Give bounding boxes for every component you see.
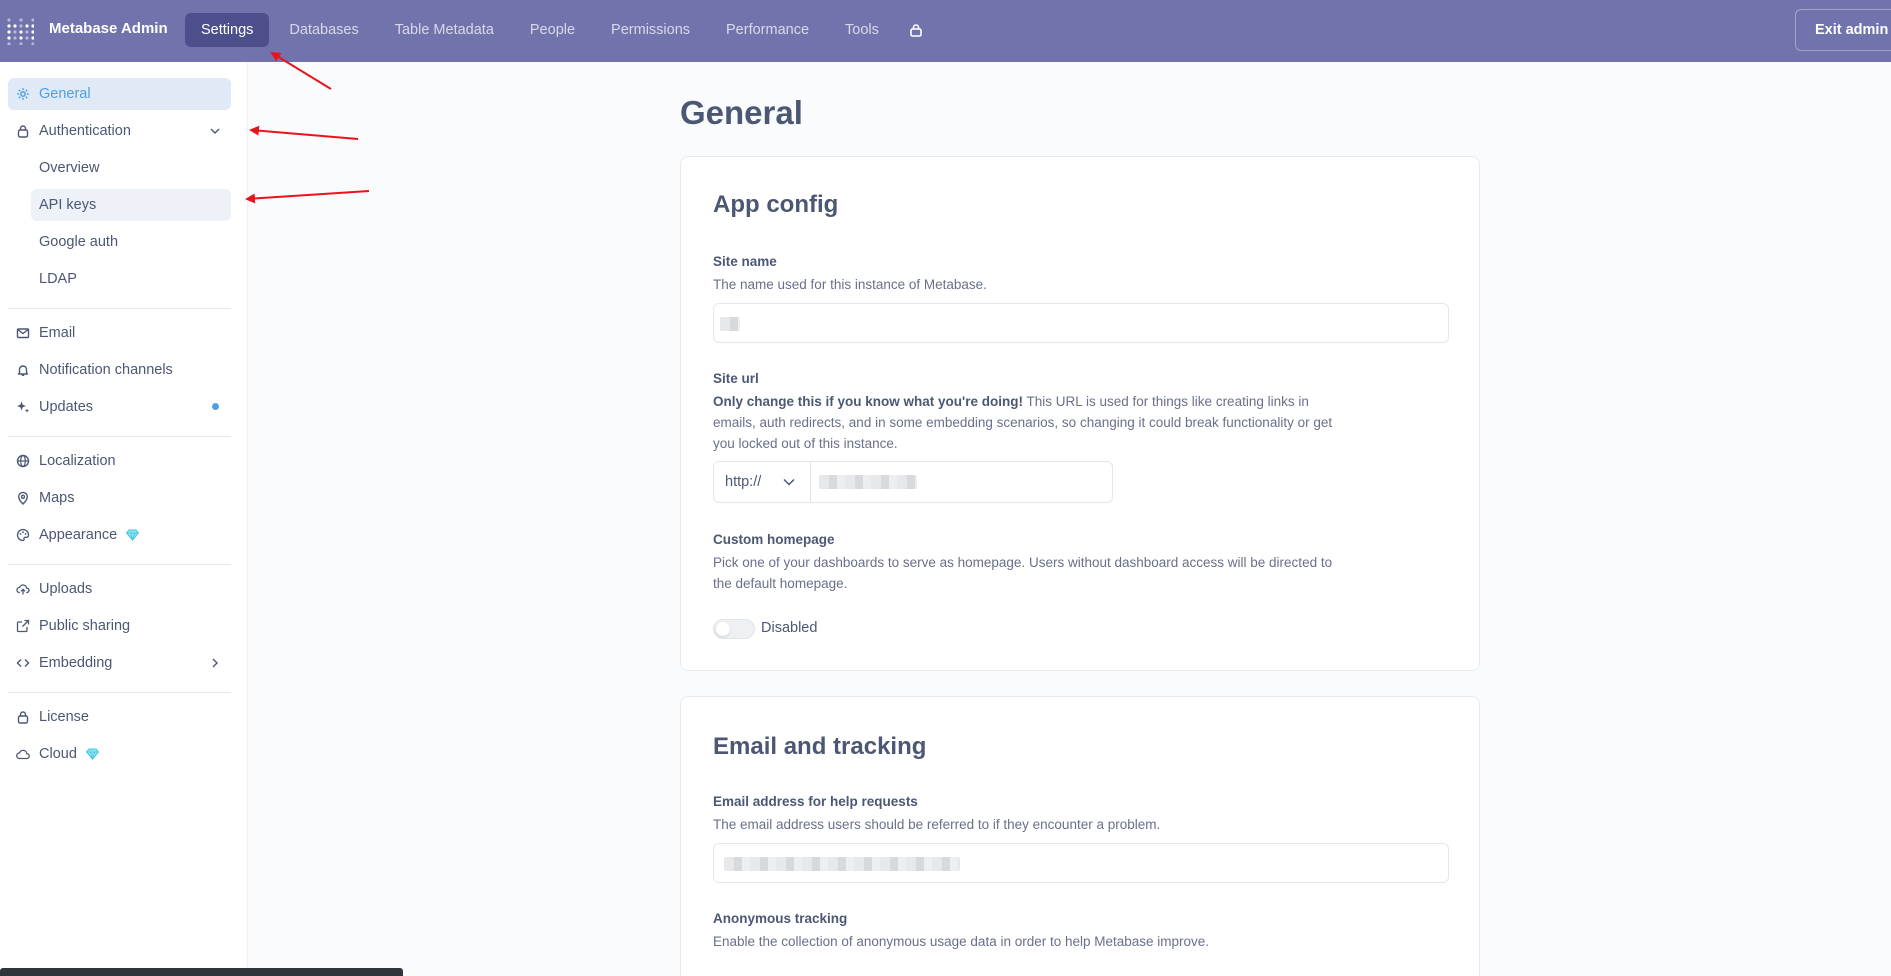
sidebar-item-label: Uploads bbox=[39, 581, 93, 597]
sidebar-item-authentication[interactable]: Authentication bbox=[8, 115, 231, 147]
sidebar-item-localization[interactable]: Localization bbox=[8, 445, 231, 477]
redacted-value bbox=[819, 475, 917, 489]
sidebar-item-email[interactable]: Email bbox=[8, 317, 231, 349]
redacted-value bbox=[724, 857, 960, 871]
mail-icon bbox=[16, 326, 30, 340]
exit-admin-button[interactable]: Exit admin bbox=[1795, 9, 1891, 51]
email-tracking-card: Email and tracking Email address for hel… bbox=[680, 696, 1480, 976]
nav-tab-people[interactable]: People bbox=[514, 13, 591, 47]
cloud-upload-icon bbox=[16, 582, 30, 596]
top-navbar: Metabase Admin Settings Databases Table … bbox=[0, 0, 1891, 62]
sidebar-item-appearance[interactable]: Appearance bbox=[8, 519, 231, 551]
bell-icon bbox=[16, 363, 30, 377]
toggle-knob bbox=[716, 622, 730, 636]
custom-homepage-label: Custom homepage bbox=[713, 532, 835, 547]
site-url-label: Site url bbox=[713, 371, 759, 386]
sidebar-item-embedding[interactable]: Embedding bbox=[8, 647, 231, 679]
site-name-label: Site name bbox=[713, 254, 777, 269]
custom-homepage-toggle[interactable] bbox=[713, 619, 755, 639]
site-name-description: The name used for this instance of Metab… bbox=[713, 277, 987, 292]
sidebar-item-label: Notification channels bbox=[39, 362, 173, 378]
sidebar-item-license[interactable]: License bbox=[8, 701, 231, 733]
help-email-label: Email address for help requests bbox=[713, 794, 918, 809]
gear-icon bbox=[16, 87, 30, 101]
sidebar-subitem-overview[interactable]: Overview bbox=[31, 152, 231, 184]
custom-homepage-description: Pick one of your dashboards to serve as … bbox=[713, 555, 1333, 591]
sidebar-item-label: Localization bbox=[39, 453, 116, 469]
lock-icon bbox=[16, 710, 30, 724]
anonymous-tracking-label: Anonymous tracking bbox=[713, 911, 848, 926]
nav-tab-table-metadata[interactable]: Table Metadata bbox=[379, 13, 510, 47]
protocol-value: http:// bbox=[725, 474, 762, 490]
sidebar-item-maps[interactable]: Maps bbox=[8, 482, 231, 514]
site-url-warning: Only change this if you know what you're… bbox=[713, 394, 1023, 409]
external-link-icon bbox=[16, 619, 30, 633]
help-email-input[interactable] bbox=[713, 843, 1449, 883]
toggle-label: Disabled bbox=[761, 620, 818, 636]
sidebar-item-label: Public sharing bbox=[39, 618, 131, 634]
lock-icon bbox=[16, 124, 30, 138]
page-title: General bbox=[680, 94, 803, 131]
metabase-logo-icon[interactable] bbox=[6, 17, 34, 45]
sidebar-item-label: Appearance bbox=[39, 527, 118, 543]
sidebar-divider bbox=[8, 564, 231, 565]
sidebar-subitem-google-auth[interactable]: Google auth bbox=[31, 226, 231, 258]
sidebar-divider bbox=[8, 436, 231, 437]
settings-sidebar: General Authentication Overview API keys… bbox=[0, 62, 248, 976]
protocol-select[interactable]: http:// bbox=[714, 462, 811, 502]
sidebar-item-label: License bbox=[39, 709, 89, 725]
gem-icon bbox=[126, 529, 140, 541]
nav-tab-performance[interactable]: Performance bbox=[710, 13, 825, 47]
sidebar-item-label: Email bbox=[39, 325, 76, 341]
sidebar-divider bbox=[8, 308, 231, 309]
code-icon bbox=[16, 656, 30, 670]
admin-nav: Settings Databases Table Metadata People… bbox=[185, 13, 933, 47]
nav-tab-settings[interactable]: Settings bbox=[185, 13, 270, 47]
nav-tab-tools[interactable]: Tools bbox=[829, 13, 895, 47]
nav-tab-databases[interactable]: Databases bbox=[273, 13, 374, 47]
sidebar-item-label: Cloud bbox=[39, 746, 77, 762]
map-pin-icon bbox=[16, 491, 30, 505]
sidebar-item-label: Authentication bbox=[39, 123, 131, 139]
sidebar-item-cloud[interactable]: Cloud bbox=[8, 738, 231, 770]
app-brand: Metabase Admin bbox=[49, 20, 168, 37]
help-email-description: The email address users should be referr… bbox=[713, 817, 1161, 832]
site-url-description: Only change this if you know what you're… bbox=[713, 391, 1333, 454]
app-config-card: App config Site name The name used for t… bbox=[680, 156, 1480, 671]
status-tooltip bbox=[0, 968, 403, 976]
gem-icon bbox=[85, 748, 99, 760]
sidebar-item-label: Updates bbox=[39, 399, 94, 415]
globe-icon bbox=[16, 454, 30, 468]
sidebar-item-uploads[interactable]: Uploads bbox=[8, 573, 231, 605]
sparkle-icon bbox=[16, 400, 30, 414]
anonymous-tracking-description: Enable the collection of anonymous usage… bbox=[713, 934, 1210, 949]
sidebar-divider bbox=[8, 692, 231, 693]
annotation-arrow bbox=[249, 125, 359, 140]
annotation-arrow bbox=[245, 190, 370, 204]
section-title: Email and tracking bbox=[713, 733, 927, 760]
sidebar-subitem-ldap[interactable]: LDAP bbox=[31, 263, 231, 295]
sidebar-item-general[interactable]: General bbox=[8, 78, 231, 110]
sidebar-subitem-api-keys[interactable]: API keys bbox=[31, 189, 231, 221]
sidebar-item-notification-channels[interactable]: Notification channels bbox=[8, 354, 231, 386]
chevron-down-icon[interactable] bbox=[209, 125, 221, 137]
sidebar-item-label: Embedding bbox=[39, 655, 113, 671]
site-url-input[interactable] bbox=[811, 462, 1112, 502]
nav-tab-permissions[interactable]: Permissions bbox=[595, 13, 706, 47]
redacted-value bbox=[720, 317, 740, 331]
sidebar-item-public-sharing[interactable]: Public sharing bbox=[8, 610, 231, 642]
update-available-dot bbox=[212, 403, 219, 410]
section-title: App config bbox=[713, 191, 839, 218]
sidebar-item-label: General bbox=[39, 86, 91, 102]
lock-icon[interactable] bbox=[899, 13, 933, 47]
cloud-icon bbox=[16, 747, 30, 761]
palette-icon bbox=[16, 528, 30, 542]
site-url-field: http:// bbox=[713, 461, 1113, 503]
chevron-down-icon bbox=[783, 478, 795, 486]
chevron-right-icon[interactable] bbox=[209, 657, 221, 669]
sidebar-item-label: Maps bbox=[39, 490, 75, 506]
site-name-input[interactable] bbox=[713, 303, 1449, 343]
sidebar-item-updates[interactable]: Updates bbox=[8, 391, 231, 423]
